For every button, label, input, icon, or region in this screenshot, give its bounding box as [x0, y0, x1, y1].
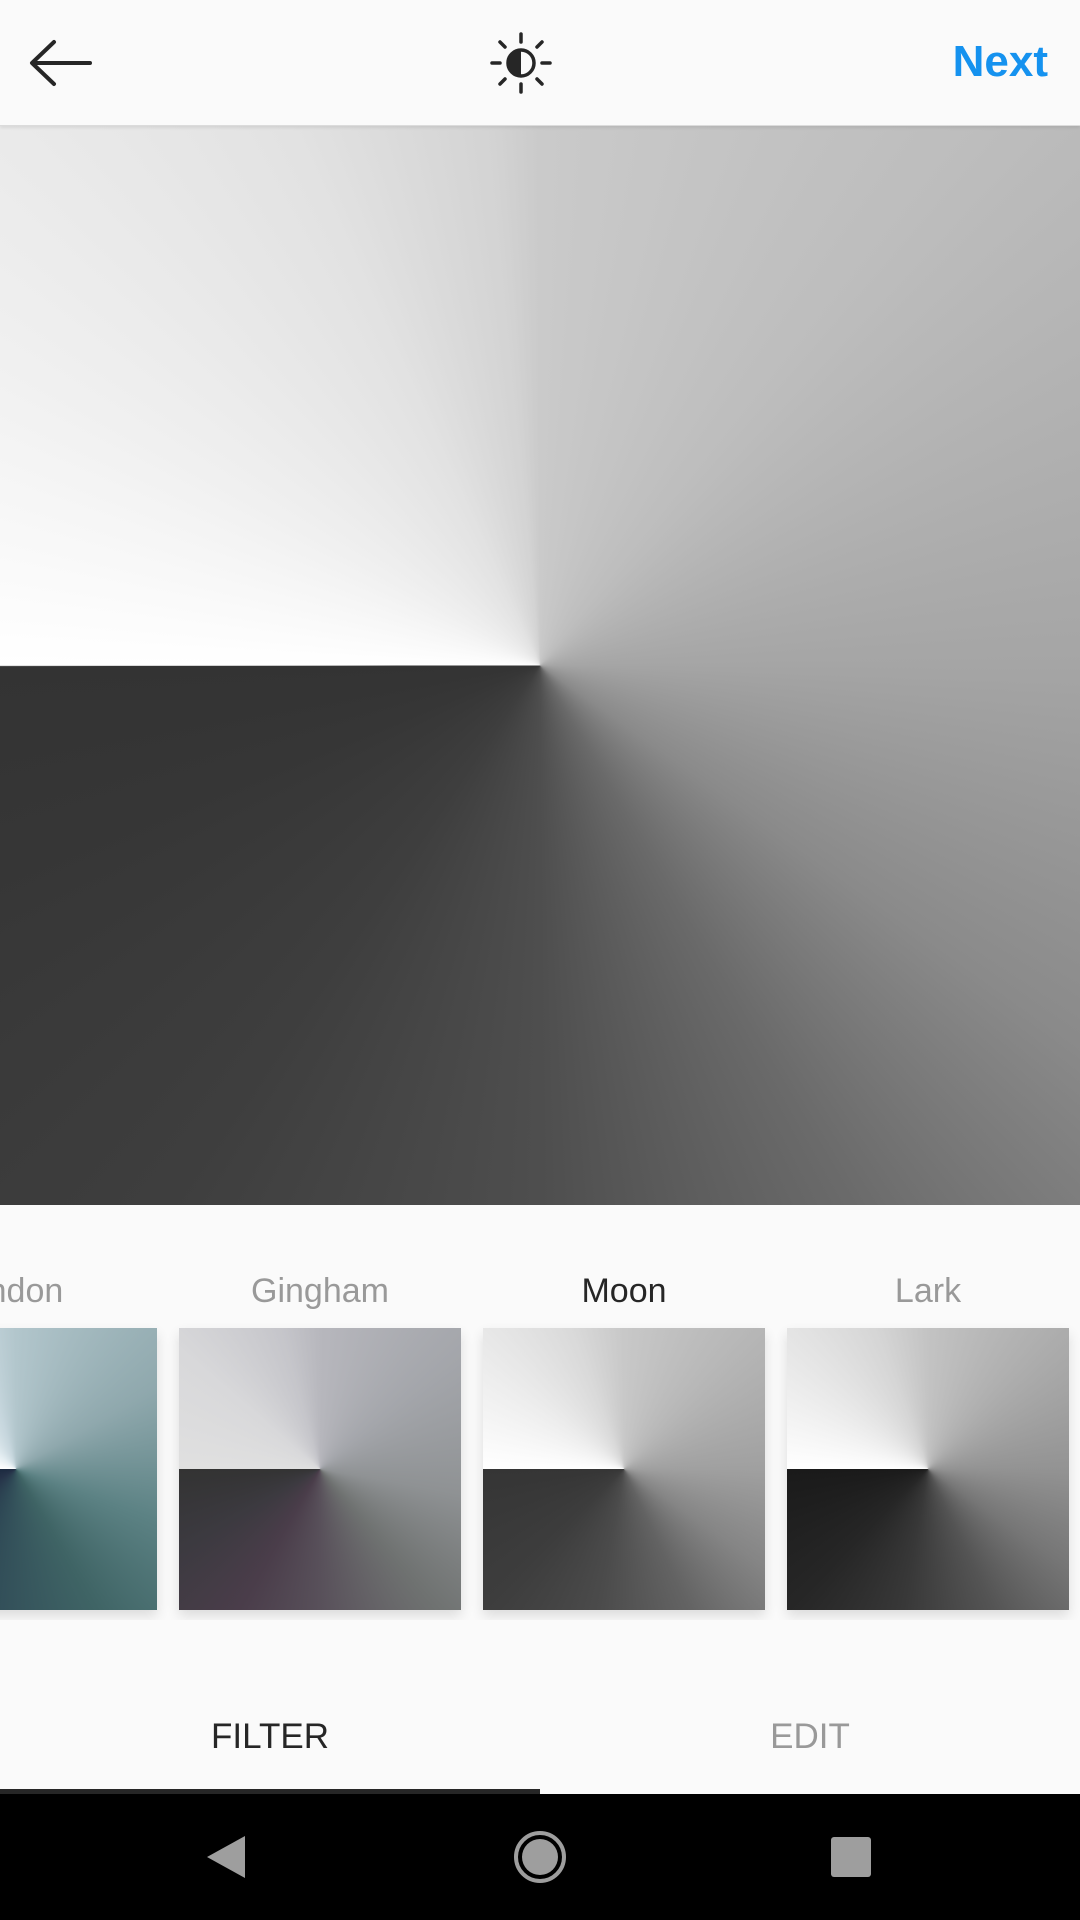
filter-strip[interactable]: endon Gingham Moon Lark	[0, 1240, 1080, 1620]
square-recents-icon	[831, 1837, 871, 1877]
filter-label: Moon	[581, 1272, 667, 1310]
tab-filter[interactable]: FILTER	[0, 1680, 540, 1794]
filter-label: Gingham	[251, 1272, 389, 1310]
filter-label: endon	[0, 1272, 64, 1310]
filter-thumbnail	[179, 1328, 461, 1610]
filter-thumbnail	[483, 1328, 765, 1610]
filter-item-moon[interactable]: Moon	[483, 1240, 765, 1620]
system-home-button[interactable]	[505, 1822, 575, 1892]
system-recents-button[interactable]	[816, 1822, 886, 1892]
preview-image	[0, 126, 1080, 1205]
back-button[interactable]	[22, 28, 98, 98]
bottom-tabs: FILTER EDIT	[0, 1680, 1080, 1794]
triangle-back-icon	[207, 1836, 245, 1878]
top-toolbar: Next	[0, 0, 1080, 126]
filter-item-gingham[interactable]: Gingham	[179, 1240, 461, 1620]
filter-item-clarendon[interactable]: endon	[0, 1240, 157, 1620]
back-arrow-icon	[30, 40, 92, 86]
filter-item-lark[interactable]: Lark	[787, 1240, 1069, 1620]
filter-thumbnail	[0, 1328, 157, 1610]
next-button[interactable]: Next	[953, 34, 1048, 90]
photo-preview	[0, 126, 1080, 1205]
system-navigation-bar	[0, 1794, 1080, 1920]
filter-thumbnail	[787, 1328, 1069, 1610]
filter-label: Lark	[894, 1272, 962, 1310]
tab-edit[interactable]: EDIT	[540, 1680, 1080, 1794]
brightness-icon	[490, 32, 552, 94]
brightness-button[interactable]	[486, 28, 556, 98]
system-back-button[interactable]	[191, 1822, 261, 1892]
circle-home-icon	[514, 1831, 566, 1883]
